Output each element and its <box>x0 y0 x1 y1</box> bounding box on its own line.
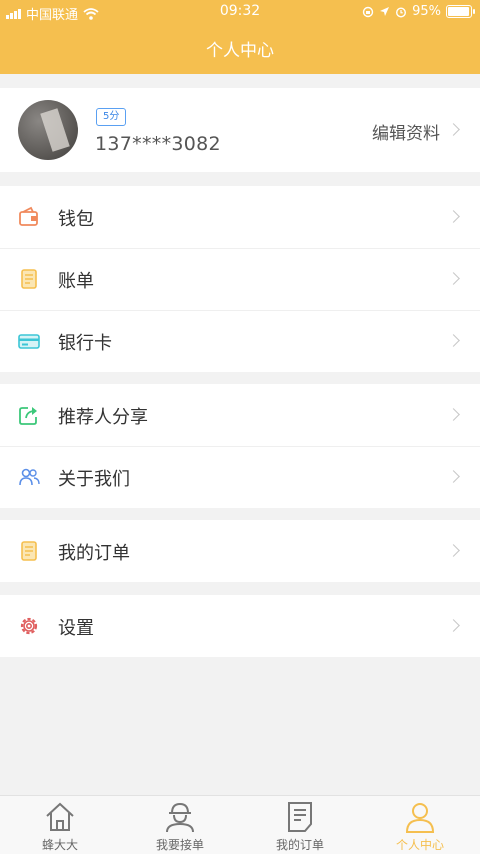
menu-item-my-orders[interactable]: 我的订单 <box>0 520 480 582</box>
menu-group-finance: 钱包 账单 银行卡 <box>0 186 480 372</box>
tab-label: 个人中心 <box>395 838 444 852</box>
alarm-icon <box>396 6 407 18</box>
menu-item-referral-share[interactable]: 推荐人分享 <box>0 384 480 446</box>
chevron-right-icon <box>447 408 460 421</box>
battery-icon <box>446 5 475 18</box>
location-icon <box>380 7 390 16</box>
wallet-icon <box>19 206 38 226</box>
chevron-right-icon <box>447 123 460 136</box>
status-bar: 中国联通 09:32 95% <box>0 0 480 24</box>
chevron-right-icon <box>447 272 460 285</box>
chevron-right-icon <box>447 334 460 347</box>
menu-group-orders: 我的订单 <box>0 520 480 582</box>
tab-take-orders[interactable]: 我要接单 <box>120 796 240 854</box>
battery-fill <box>448 7 469 16</box>
bill-icon <box>21 269 37 289</box>
level-badge: 5分 <box>96 108 127 126</box>
menu-item-bill[interactable]: 账单 <box>0 248 480 310</box>
avatar[interactable] <box>18 100 78 160</box>
menu-item-label: 钱包 <box>58 209 94 230</box>
menu-item-label: 关于我们 <box>58 469 130 490</box>
profile-card[interactable]: 5分 137****3082 编辑资料 <box>0 88 480 172</box>
chevron-right-icon <box>447 210 460 223</box>
about-us-icon <box>19 468 40 486</box>
menu-group-settings: 设置 <box>0 595 480 657</box>
tab-my-orders[interactable]: 我的订单 <box>240 796 360 854</box>
bank-card-icon <box>18 334 40 349</box>
menu-item-settings[interactable]: 设置 <box>0 595 480 657</box>
menu-group-social: 推荐人分享 关于我们 <box>0 384 480 508</box>
tab-bar: 蜂大大 我要接单 我的订单 个人中心 <box>0 795 480 854</box>
menu-item-bank-card[interactable]: 银行卡 <box>0 310 480 372</box>
tab-label: 蜂大大 <box>41 838 78 852</box>
settings-icon <box>20 617 38 635</box>
order-icon <box>21 541 37 561</box>
home-icon <box>46 802 74 831</box>
edit-profile-link[interactable]: 编辑资料 <box>372 119 440 144</box>
menu-item-label: 设置 <box>58 618 94 639</box>
phone-number: 137****3082 <box>95 133 221 155</box>
menu-item-about-us[interactable]: 关于我们 <box>0 446 480 508</box>
menu-item-label: 推荐人分享 <box>58 407 148 428</box>
menu-item-label: 账单 <box>58 271 94 292</box>
tab-label: 我要接单 <box>155 838 204 852</box>
chevron-right-icon <box>447 470 460 483</box>
battery-percent: 95% <box>412 4 441 19</box>
tab-label: 我的订单 <box>275 838 324 852</box>
top-bar: 中国联通 09:32 95% 个人中心 <box>0 0 480 74</box>
profile-icon <box>405 803 435 833</box>
order-list-icon <box>288 802 312 832</box>
chevron-right-icon <box>447 544 460 557</box>
menu-item-label: 我的订单 <box>58 543 130 564</box>
menu-item-label: 银行卡 <box>58 333 112 354</box>
tab-profile[interactable]: 个人中心 <box>360 796 480 854</box>
chevron-right-icon <box>447 619 460 632</box>
worker-icon <box>166 802 194 833</box>
tab-home[interactable]: 蜂大大 <box>0 796 120 854</box>
rotation-lock-icon <box>362 6 374 17</box>
share-icon <box>19 407 37 425</box>
menu-item-wallet[interactable]: 钱包 <box>0 186 480 248</box>
page-title: 个人中心 <box>206 41 274 61</box>
